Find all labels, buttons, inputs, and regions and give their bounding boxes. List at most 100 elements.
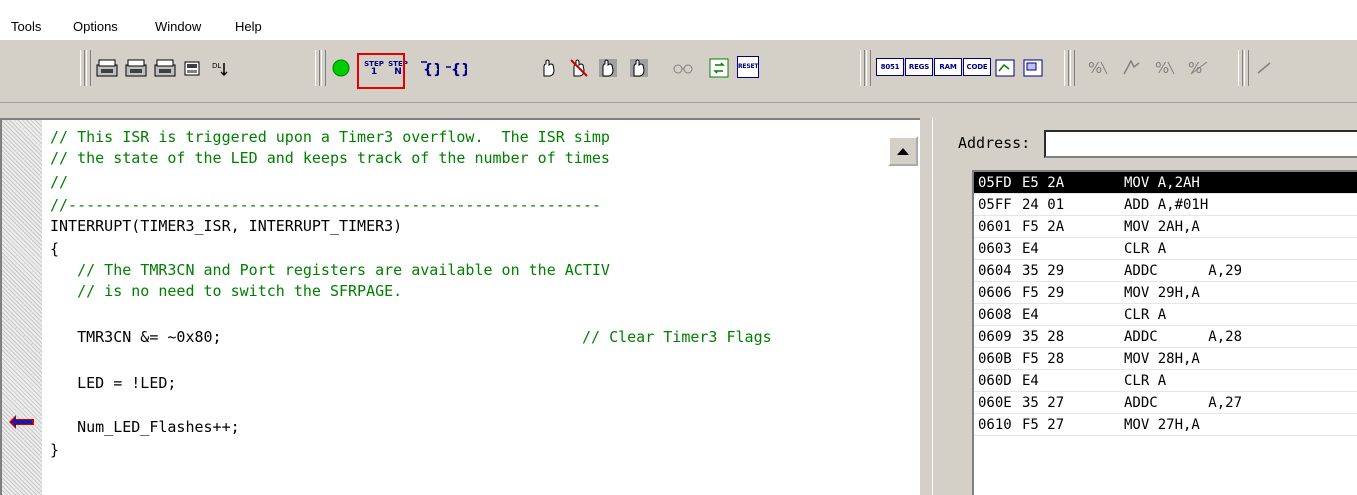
address-cell: 0603 [978, 241, 1012, 257]
address-cell: 0604 [978, 263, 1012, 279]
bytes-cell: E5 2A [1022, 175, 1065, 191]
disassembly-row[interactable]: 05FD E5 2A MOV A,2AH [974, 172, 1357, 194]
refresh-icon[interactable] [707, 57, 731, 79]
download-load-icon[interactable]: DL [208, 57, 232, 79]
source-editor[interactable]: // This ISR is triggered upon a Timer3 o… [0, 118, 920, 495]
toolbar-grip[interactable] [80, 50, 85, 86]
code-line: LED = !LED; [50, 374, 177, 392]
code-line: //--------------------------------------… [50, 196, 601, 214]
instruction-cell: MOV 27H,A [1124, 417, 1200, 433]
hand-icon[interactable] [537, 57, 561, 79]
run-icon[interactable] [329, 57, 353, 79]
code-text: TMR3CN &= ~0x80; [50, 328, 222, 346]
remove-breakpoints-icon[interactable] [567, 57, 591, 79]
disassembly-pane: Address: 05FD E5 2A MOV A,2AH 05FF 24 01 ADD … [946, 118, 1357, 495]
code-line: // The TMR3CN and Port registers are ava… [50, 261, 610, 279]
code-line: // [50, 173, 69, 191]
disassembly-window-icon[interactable] [1021, 57, 1045, 79]
toolbar-grip[interactable] [1244, 50, 1249, 86]
indent-icon[interactable]: % [1153, 57, 1177, 79]
address-cell: 0601 [978, 219, 1012, 235]
run-to-cursor-icon[interactable]: {} [444, 57, 468, 79]
disassembly-list[interactable]: 05FD E5 2A MOV A,2AH 05FF 24 01 ADD A,#01H 060… [972, 170, 1357, 495]
disassembly-row[interactable]: 0609 35 28 ADDC A,28 [974, 326, 1357, 348]
code-comment: // Clear Timer3 Flags [582, 328, 772, 346]
menu-options[interactable]: Options [73, 19, 118, 34]
toolbar-grip[interactable] [315, 50, 320, 86]
current-line-arrow-icon [9, 415, 34, 429]
instruction-cell: CLR A [1124, 307, 1167, 323]
disassembly-row[interactable]: 0606 F5 29 MOV 29H,A [974, 282, 1357, 304]
chip-8051-button[interactable]: 8051 [876, 58, 904, 76]
ram-button[interactable]: RAM [934, 58, 962, 76]
hand-breakpoint-icon[interactable] [596, 57, 620, 79]
bytes-cell: E4 [1022, 241, 1039, 257]
code-line: Num_LED_Flashes++; [50, 418, 240, 436]
code-line: // This ISR is triggered upon a Timer3 o… [50, 128, 610, 146]
toolbar-grip[interactable] [866, 50, 871, 86]
watch-window-icon[interactable] [993, 57, 1017, 79]
bytes-cell: E4 [1022, 373, 1039, 389]
comment-icon[interactable]: % [1086, 57, 1110, 79]
toolbar: DL STEP 1 STEP N {} {} [0, 40, 1357, 103]
build-icon[interactable] [95, 57, 119, 79]
reset-button[interactable]: RESET [737, 56, 759, 78]
address-cell: 060D [978, 373, 1012, 389]
bytes-cell: F5 27 [1022, 417, 1065, 433]
code-line: TMR3CN &= ~0x80; // Clear Timer3 Flags [50, 328, 772, 346]
toolbar-grip[interactable] [1238, 50, 1243, 86]
more-tools-icon[interactable] [1252, 57, 1276, 79]
instruction-cell: MOV A,2AH [1124, 175, 1200, 191]
instruction-cell: CLR A [1124, 241, 1167, 257]
address-cell: 0606 [978, 285, 1012, 301]
menu-tools[interactable]: Tools [11, 19, 41, 34]
disassembly-row[interactable]: 060D E4 CLR A [974, 370, 1357, 392]
toolbar-grip[interactable] [321, 50, 326, 86]
bytes-cell: E4 [1022, 307, 1039, 323]
build-all-icon[interactable] [153, 57, 177, 79]
disassembly-row[interactable]: 060E 35 27 ADDC A,27 [974, 392, 1357, 414]
uncomment-icon[interactable] [1120, 57, 1144, 79]
disassembly-row[interactable]: 0603 E4 CLR A [974, 238, 1357, 260]
pane-splitter[interactable] [932, 118, 945, 495]
scroll-up-button[interactable] [888, 136, 918, 166]
rebuild-icon[interactable] [124, 57, 148, 79]
disassembly-row[interactable]: 060B F5 28 MOV 28H,A [974, 348, 1357, 370]
instruction-cell: MOV 2AH,A [1124, 219, 1200, 235]
address-cell: 0609 [978, 329, 1012, 345]
code-button[interactable]: CODE [963, 58, 991, 76]
bytes-cell: 35 28 [1022, 329, 1065, 345]
menu-window[interactable]: Window [155, 19, 201, 34]
disassembly-row[interactable]: 05FF 24 01 ADD A,#01H [974, 194, 1357, 216]
address-cell: 05FD [978, 175, 1012, 191]
address-cell: 060E [978, 395, 1012, 411]
step-out-icon[interactable]: {} [416, 57, 440, 79]
address-cell: 05FF [978, 197, 1012, 213]
disassembly-row[interactable]: 0601 F5 2A MOV 2AH,A [974, 216, 1357, 238]
toolbar-grip[interactable] [1070, 50, 1075, 86]
code-line: { [50, 240, 60, 258]
svg-text:%: % [1155, 59, 1169, 77]
outdent-icon[interactable]: % [1186, 57, 1210, 79]
code-line: INTERRUPT(TIMER3_ISR, INTERRUPT_TIMER3) [50, 217, 403, 235]
code-line: // the state of the LED and keeps track … [50, 149, 610, 167]
regs-button[interactable]: REGS [905, 58, 933, 76]
toolbar-grip[interactable] [86, 50, 91, 86]
svg-text:DL: DL [212, 62, 221, 70]
watch-icon[interactable] [671, 57, 695, 79]
disassembly-row[interactable]: 0608 E4 CLR A [974, 304, 1357, 326]
disassembly-row[interactable]: 0604 35 29 ADDC A,29 [974, 260, 1357, 282]
instruction-cell: MOV 28H,A [1124, 351, 1200, 367]
svg-text:{}: {} [451, 62, 467, 77]
toolbar-grip[interactable] [1064, 50, 1069, 86]
disassembly-row[interactable]: 0610 F5 27 MOV 27H,A [974, 414, 1357, 436]
menu-help[interactable]: Help [235, 19, 262, 34]
hand-alt-icon[interactable] [627, 57, 651, 79]
toolbar-grip[interactable] [860, 50, 865, 86]
bytes-cell: 35 29 [1022, 263, 1065, 279]
breakpoint-gutter[interactable] [2, 120, 42, 495]
address-input[interactable] [1044, 130, 1357, 158]
bytes-cell: 35 27 [1022, 395, 1065, 411]
instruction-cell: ADD A,#01H [1124, 197, 1209, 213]
download-icon[interactable] [181, 57, 205, 79]
